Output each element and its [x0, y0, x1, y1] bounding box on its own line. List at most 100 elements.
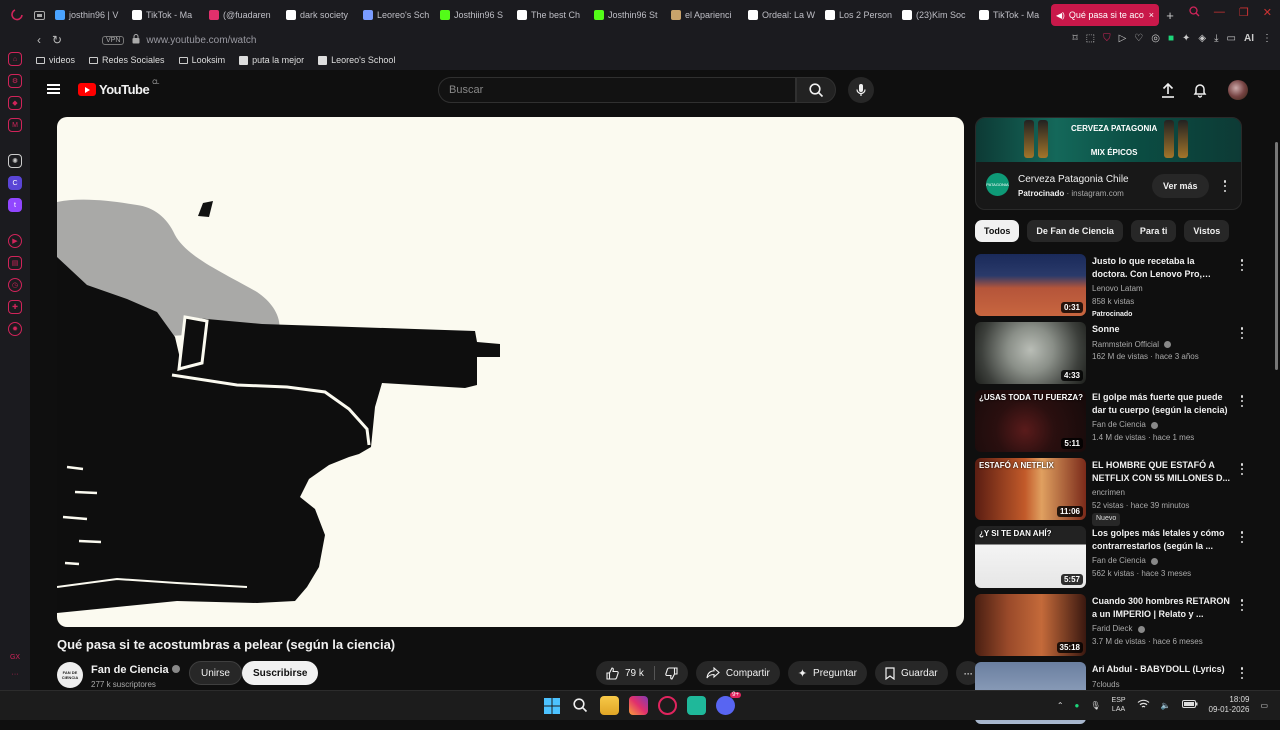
- video-thumbnail[interactable]: ¿Y SI TE DAN AHÍ? 5:57: [975, 526, 1086, 588]
- file-explorer-icon[interactable]: [600, 696, 619, 715]
- recommendation-title[interactable]: Justo lo que recetaba la doctora. Con Le…: [1092, 255, 1230, 280]
- video-thumbnail[interactable]: 35:18: [975, 594, 1086, 656]
- tab[interactable]: TikTok - Ma: [974, 4, 1051, 26]
- tab[interactable]: TikTok - Ma: [127, 4, 204, 26]
- video-player[interactable]: [57, 117, 964, 627]
- join-button[interactable]: Unirse: [189, 661, 242, 685]
- new-tab-button[interactable]: +: [1159, 4, 1181, 26]
- chip-filter[interactable]: De Fan de Ciencia: [1027, 220, 1123, 242]
- speed-dial-icon[interactable]: ⌂: [8, 52, 22, 66]
- language-indicator[interactable]: ESP LAA: [1112, 696, 1126, 714]
- wallet-icon[interactable]: ◈: [1198, 33, 1206, 44]
- recommendation-menu-icon[interactable]: [1236, 394, 1248, 408]
- recommendation-item[interactable]: ESTAFÓ A NETFLIX 11:06 EL HOMBRE QUE ESTAF…: [975, 458, 1245, 526]
- recommendation-item[interactable]: 4:33 Sonne Rammstein Official 162 M de vis…: [975, 322, 1245, 390]
- back-icon[interactable]: ‹: [30, 33, 48, 47]
- recommendation-channel[interactable]: Rammstein Official: [1092, 340, 1159, 349]
- bookmark-item[interactable]: Leoreo's School: [318, 55, 395, 65]
- menu-hamburger-icon[interactable]: [47, 84, 60, 94]
- extensions-icon[interactable]: ✦: [1182, 33, 1190, 44]
- tab[interactable]: The best Ch: [512, 4, 589, 26]
- discord-icon[interactable]: 9+: [716, 692, 741, 715]
- play-icon[interactable]: ▷: [1119, 33, 1127, 44]
- bookmark-icon[interactable]: ⌑: [1072, 33, 1077, 44]
- tab[interactable]: Leoreo's Sch: [358, 4, 435, 26]
- close-tab-icon[interactable]: ×: [1149, 10, 1154, 20]
- volume-icon[interactable]: 🔈: [1161, 701, 1171, 710]
- vpn-badge[interactable]: VPN: [102, 35, 125, 45]
- bookmark-item[interactable]: videos: [36, 55, 75, 65]
- recommendation-title[interactable]: Sonne: [1092, 323, 1230, 336]
- ad-banner[interactable]: CERVEZA PATAGONIA MIX ÉPICOS: [976, 118, 1241, 162]
- windows-start-icon[interactable]: [542, 696, 561, 715]
- reload-icon[interactable]: ↻: [48, 33, 66, 47]
- channel-name[interactable]: Fan de Ciencia: [91, 664, 169, 676]
- gx-label[interactable]: GX: [10, 654, 20, 661]
- recommendation-item[interactable]: ¿USAS TODA TU FUERZA? 5:11 El golpe más fu…: [975, 390, 1245, 458]
- recommendation-channel[interactable]: 7clouds: [1092, 680, 1120, 689]
- youtube-logo[interactable]: YouTube CL: [78, 80, 159, 97]
- gx-corner-icon[interactable]: ◆: [8, 96, 22, 110]
- recommendation-item[interactable]: 0:31 Justo lo que recetaba la doctora. Co…: [975, 254, 1245, 322]
- video-thumbnail[interactable]: 0:31: [975, 254, 1086, 316]
- battery-saver-icon[interactable]: ▭: [1227, 33, 1236, 44]
- recommendation-menu-icon[interactable]: [1236, 530, 1248, 544]
- gx-control-icon[interactable]: ⚙: [8, 74, 22, 88]
- avatar[interactable]: [1228, 80, 1248, 100]
- tab[interactable]: Josthin96 St: [589, 4, 666, 26]
- history-icon[interactable]: ◷: [8, 278, 22, 292]
- workspace-icon[interactable]: [6, 4, 28, 26]
- tab[interactable]: (@fuadaren: [204, 4, 281, 26]
- extension-green-icon[interactable]: ■: [1168, 33, 1174, 44]
- url-field[interactable]: www.youtube.com/watch: [146, 35, 256, 46]
- taskbar-search-icon[interactable]: [571, 696, 590, 715]
- recommendation-menu-icon[interactable]: [1236, 326, 1248, 340]
- heart-icon[interactable]: ♡: [1134, 33, 1143, 44]
- bookmark-item[interactable]: Redes Sociales: [89, 55, 165, 65]
- opera-gx-icon[interactable]: [658, 696, 677, 715]
- twitch-icon[interactable]: t: [8, 198, 22, 212]
- bookmark-item[interactable]: Looksim: [178, 55, 225, 65]
- chatgpt-icon[interactable]: ✺: [8, 154, 22, 168]
- video-thumbnail[interactable]: ¿USAS TODA TU FUERZA? 5:11: [975, 390, 1086, 452]
- tab[interactable]: Los 2 Person: [820, 4, 897, 26]
- tab[interactable]: (23)Kim Soc: [897, 4, 974, 26]
- like-button[interactable]: 79 k: [596, 661, 654, 685]
- battery-icon[interactable]: [1181, 700, 1198, 710]
- video-thumbnail[interactable]: 4:33: [975, 322, 1086, 384]
- bookmark-item[interactable]: puta la mejor: [239, 55, 304, 65]
- page-scrollbar[interactable]: [1275, 142, 1278, 370]
- recommendation-title[interactable]: El golpe más fuerte que puede dar tu cue…: [1092, 391, 1230, 416]
- recommendation-channel[interactable]: Fan de Ciencia: [1092, 556, 1146, 565]
- chip-filter[interactable]: Vistos: [1184, 220, 1230, 242]
- recommendation-channel[interactable]: encrimen: [1092, 488, 1125, 497]
- player-icon[interactable]: ▶: [8, 234, 22, 248]
- save-button[interactable]: Guardar: [874, 661, 948, 685]
- clock[interactable]: 18:09 09-01-2026: [1209, 695, 1250, 716]
- maximize-icon[interactable]: ❐: [1239, 6, 1249, 20]
- search-button[interactable]: [796, 77, 836, 103]
- recommendation-menu-icon[interactable]: [1236, 666, 1248, 680]
- recommendation-channel[interactable]: Farid Dieck: [1092, 624, 1132, 633]
- cs-icon[interactable]: C: [8, 176, 22, 190]
- recommendation-channel[interactable]: Lenovo Latam: [1092, 284, 1143, 293]
- channel-avatar[interactable]: FAN DE CIENCIA: [57, 661, 83, 688]
- search-input[interactable]: Buscar: [438, 77, 796, 103]
- screenshot-icon[interactable]: ⬚: [1086, 33, 1095, 44]
- extensions-sidebar-icon[interactable]: ✚: [8, 300, 22, 314]
- recommendation-title[interactable]: Ari Abdul - BABYDOLL (Lyrics): [1092, 663, 1230, 676]
- menu-icon[interactable]: ⋮: [1262, 33, 1272, 44]
- advertiser-logo[interactable]: PATAGONIA: [986, 173, 1009, 196]
- search-tabs-icon[interactable]: [1189, 6, 1200, 20]
- recommendation-title[interactable]: Los golpes más letales y cómo contrarres…: [1092, 527, 1230, 552]
- ask-button[interactable]: ✦ Preguntar: [787, 661, 867, 685]
- close-window-icon[interactable]: ✕: [1263, 6, 1272, 20]
- ad-cta-button[interactable]: Ver más: [1152, 174, 1209, 198]
- tray-mic-icon[interactable]: 🎙: [1090, 701, 1100, 710]
- recommendation-menu-icon[interactable]: [1236, 462, 1248, 476]
- tab[interactable]: Josthiin96 S: [435, 4, 512, 26]
- download-icon[interactable]: ⤓: [1214, 33, 1218, 44]
- snapshot-icon[interactable]: ◎: [1151, 33, 1160, 44]
- upload-icon[interactable]: [1159, 81, 1177, 99]
- chip-filter[interactable]: Todos: [975, 220, 1020, 242]
